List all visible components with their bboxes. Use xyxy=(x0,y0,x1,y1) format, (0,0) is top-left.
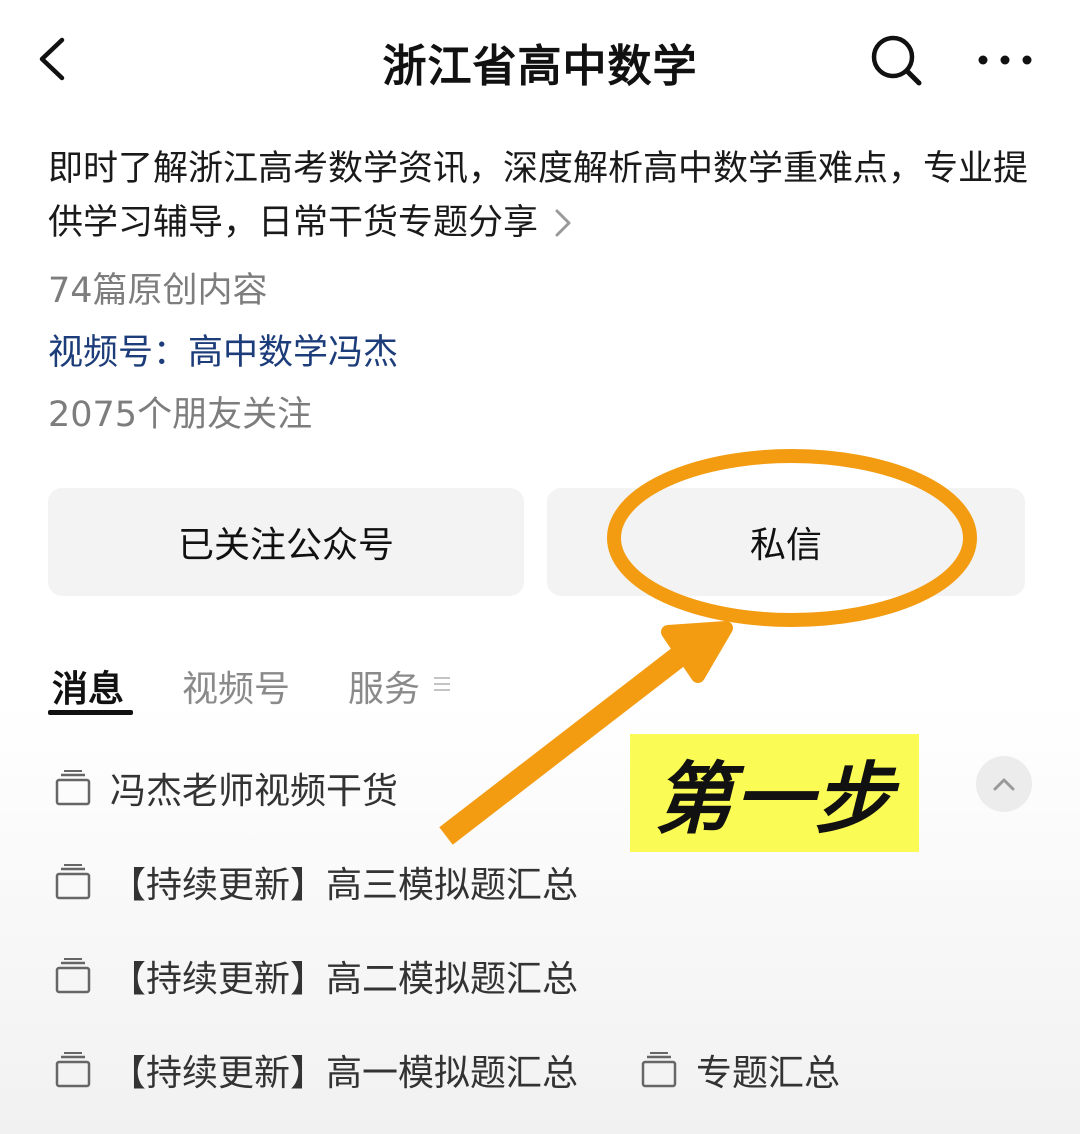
folder-icon xyxy=(641,1052,677,1088)
list-item-label: 专题汇总 xyxy=(696,1053,841,1094)
tab-services[interactable]: 服务 xyxy=(348,660,420,712)
list-item[interactable]: 【持续更新】高二模拟题汇总 xyxy=(54,950,578,1002)
chevron-up-icon xyxy=(993,778,1015,791)
list-item-label: 【持续更新】高一模拟题汇总 xyxy=(110,1053,579,1094)
folder-icon xyxy=(55,864,91,900)
list-item-label: 冯杰老师视频干货 xyxy=(110,771,399,812)
list-item-label: 【持续更新】高三模拟题汇总 xyxy=(110,865,579,906)
collapse-button[interactable] xyxy=(976,756,1032,812)
friends-following: 2075个朋友关注 xyxy=(48,395,313,435)
account-description[interactable]: 即时了解浙江高考数学资讯，深度解析高中数学重难点，专业提供学习辅导，日常干货专题… xyxy=(48,142,1038,250)
step-label: 第一步 xyxy=(654,755,895,845)
original-content-count: 74篇原创内容 xyxy=(48,271,268,311)
folder-icon xyxy=(55,958,91,994)
arrow-head xyxy=(661,621,733,683)
channel-link[interactable]: 视频号：高中数学冯杰 xyxy=(48,324,398,375)
list-item[interactable]: 【持续更新】高三模拟题汇总 xyxy=(54,856,578,908)
tab-messages[interactable]: 消息 xyxy=(52,660,124,712)
more-horizontal-icon[interactable] xyxy=(975,40,1035,80)
followed-button[interactable]: 已关注公众号 xyxy=(48,488,524,596)
folder-icon xyxy=(55,1052,91,1088)
chevron-right-icon xyxy=(555,209,571,237)
list-item-label: 【持续更新】高二模拟题汇总 xyxy=(110,959,579,1000)
tab-video-channel[interactable]: 视频号 xyxy=(182,660,290,712)
step-label-box: 第一步 xyxy=(630,734,919,852)
message-button[interactable]: 私信 xyxy=(547,488,1025,596)
description-text: 即时了解浙江高考数学资讯，深度解析高中数学重难点，专业提供学习辅导，日常干货专题… xyxy=(48,149,1029,243)
list-item[interactable]: 冯杰老师视频干货 xyxy=(54,762,398,814)
tab-active-underline xyxy=(48,710,133,715)
folder-icon xyxy=(55,770,91,806)
list-item[interactable]: 专题汇总 xyxy=(640,1044,840,1096)
menu-icon xyxy=(434,677,450,691)
search-icon[interactable] xyxy=(866,30,926,90)
list-item[interactable]: 【持续更新】高一模拟题汇总 xyxy=(54,1044,578,1096)
